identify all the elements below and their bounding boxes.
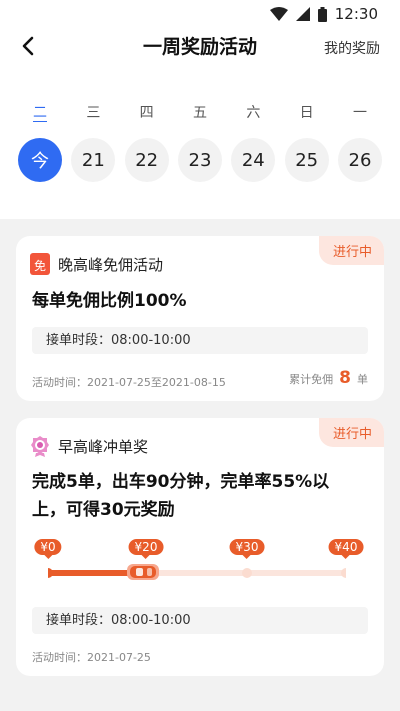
card-main-text: 每单免佣比例100% [32, 291, 187, 311]
weekday-label: 日 [299, 105, 314, 121]
summary-value: 8 [339, 368, 351, 388]
tier-dot [341, 568, 346, 578]
date-chip[interactable]: 25 [284, 138, 329, 182]
tier-label: ¥0 [34, 539, 62, 559]
date-chip[interactable]: 24 [231, 138, 276, 182]
card-main-text-line2: 上，可得30元奖励 [32, 500, 175, 520]
medal-icon [31, 436, 49, 457]
summary-label: 累计免佣 [289, 373, 334, 386]
card-title: 早高峰冲单奖 [58, 437, 149, 456]
weekday-label: 一 [352, 105, 367, 121]
weekday-row: 二 三 四 五 六 日 一 [18, 102, 382, 122]
weekday-label: 四 [139, 105, 154, 121]
activity-card-evening[interactable]: 进行中 免 晚高峰免佣活动 每单免佣比例100% 接单时段：08:00-10:0… [16, 236, 384, 401]
activity-period: 活动时间：2021-07-25至2021-08-15 [32, 376, 226, 389]
weekday-label: 二 [33, 105, 47, 121]
time-slot: 接单时段：08:00-10:00 [32, 327, 368, 354]
date-row: 今 21 22 23 24 25 26 [18, 138, 382, 182]
card-title: 晚高峰免佣活动 [58, 255, 164, 274]
time-slot: 接单时段：08:00-10:00 [32, 607, 368, 634]
date-chip-today[interactable]: 今 [18, 138, 62, 182]
date-chip[interactable]: 22 [124, 138, 169, 182]
card-main-text-line1: 完成5单，出车90分钟，完单率55%以 [32, 472, 330, 492]
date-chip[interactable]: 21 [71, 138, 116, 182]
date-chip[interactable]: 23 [177, 138, 222, 182]
tier-label: ¥20 [128, 539, 164, 559]
battery-icon [317, 6, 327, 22]
weekday-label: 五 [192, 105, 207, 121]
summary-unit: 单 [357, 373, 368, 386]
status-badge: 进行中 [318, 418, 384, 447]
wifi-icon [269, 7, 288, 21]
weekday-label: 六 [246, 105, 261, 121]
commission-free-icon: 免 [30, 253, 50, 275]
summary: 累计免佣 8 单 [289, 368, 368, 388]
status-bar: 12:30 [0, 0, 400, 28]
signal-icon [295, 7, 310, 21]
header-area: 12:30 一周奖励活动 我的奖励 二 三 四 五 六 日 一 今 21 22 … [0, 0, 400, 219]
tier-dot [242, 568, 252, 578]
weekday-label: 三 [86, 105, 101, 121]
status-badge: 进行中 [318, 236, 384, 265]
nav-bar: 一周奖励活动 我的奖励 [0, 28, 400, 64]
commission-free-icon-char: 免 [33, 258, 46, 273]
date-chip[interactable]: 26 [337, 138, 382, 182]
car-icon [127, 564, 159, 580]
my-rewards-link[interactable]: 我的奖励 [324, 38, 380, 58]
status-time: 12:30 [334, 5, 378, 23]
tier-label: ¥40 [328, 539, 364, 559]
reward-progress-track [48, 568, 346, 578]
tier-label: ¥30 [229, 539, 265, 559]
tier-dot [48, 568, 53, 578]
activity-period: 活动时间：2021-07-25 [32, 651, 151, 664]
